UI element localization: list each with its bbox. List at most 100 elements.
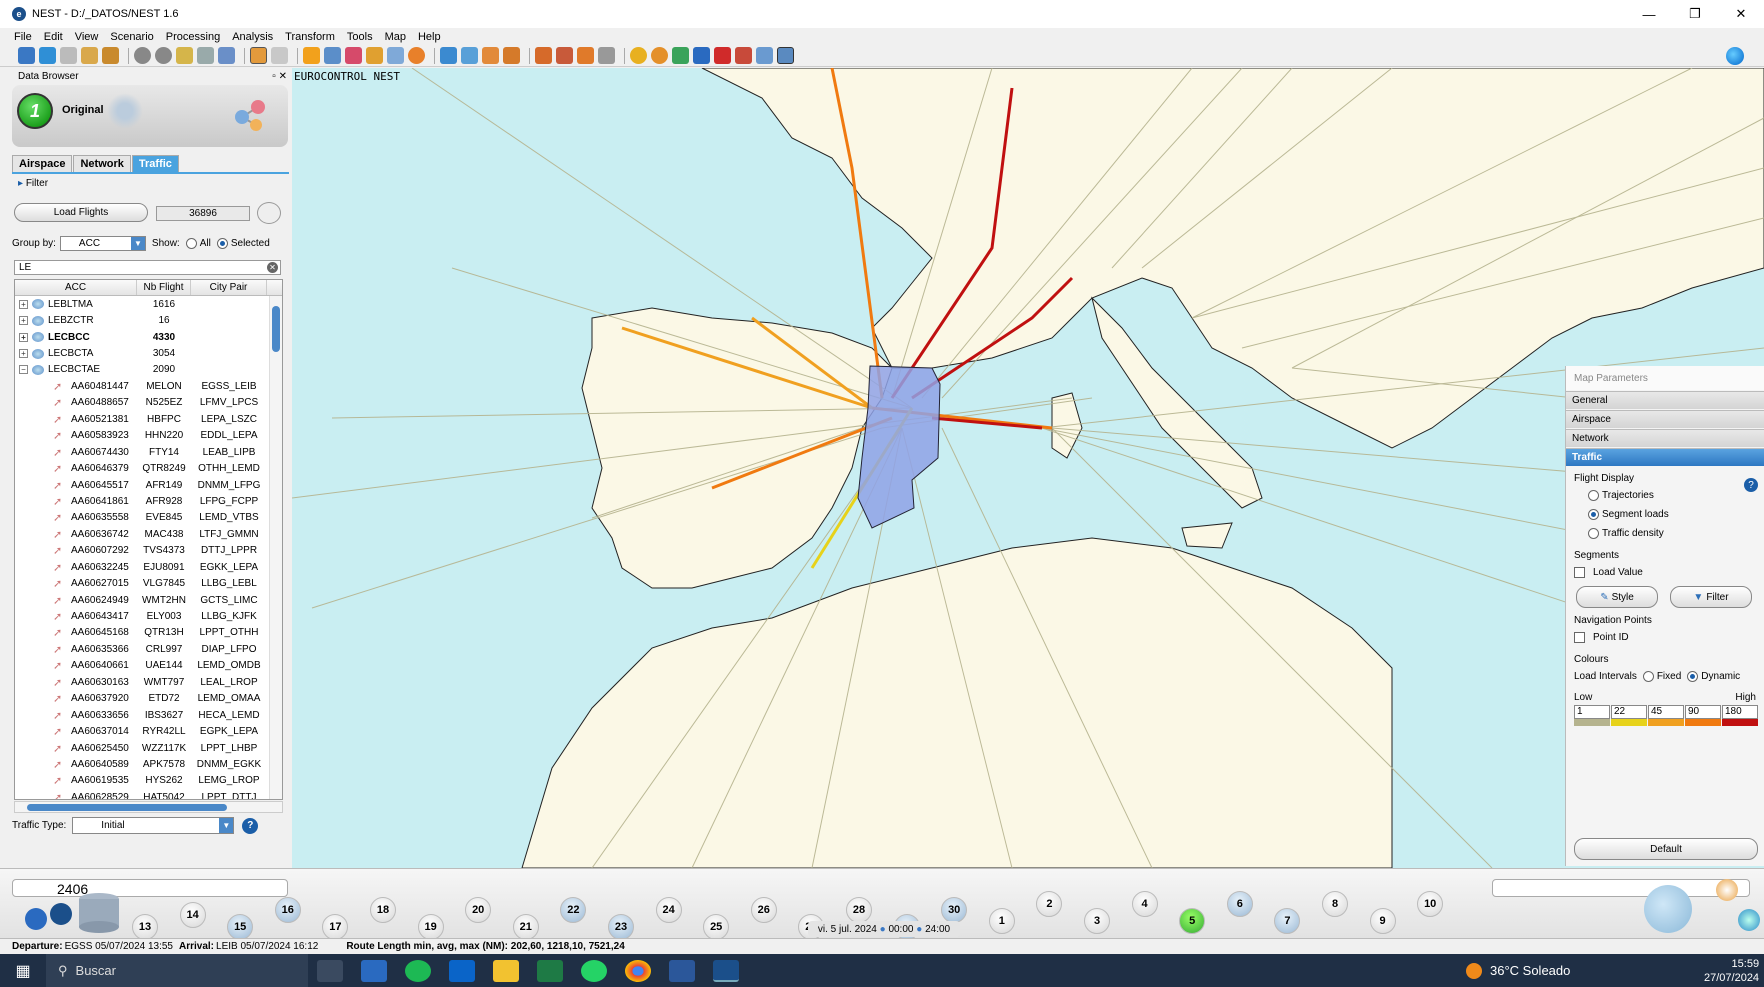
back-icon[interactable] — [134, 47, 151, 64]
windows-start-icon[interactable]: ▦ — [0, 954, 46, 987]
flight-row[interactable]: ➚ AA60583923 HHN220 EDDL_LEPA — [15, 428, 282, 444]
fixed-radio[interactable] — [1642, 671, 1654, 682]
section-traffic[interactable]: Traffic — [1566, 448, 1764, 466]
play-icon[interactable] — [303, 47, 320, 64]
minimize-button[interactable]: — — [1626, 0, 1672, 28]
menu-map[interactable]: Map — [379, 31, 412, 43]
col-acc[interactable]: ACC — [15, 280, 137, 295]
file-explorer-icon[interactable] — [493, 959, 519, 982]
day-button[interactable]: 28 — [846, 897, 872, 923]
bulb-icon[interactable] — [176, 47, 193, 64]
interval-5[interactable]: 180 — [1722, 705, 1758, 719]
section-general[interactable]: General — [1566, 391, 1764, 409]
pan-tool-icon[interactable] — [271, 47, 288, 64]
table-icon[interactable] — [556, 47, 573, 64]
day-button[interactable]: 14 — [179, 902, 206, 928]
flight-row[interactable]: ➚ AA60640661 UAE144 LEMD_OMDB — [15, 658, 282, 674]
show-all-radio[interactable] — [185, 238, 197, 249]
screenshot-icon[interactable] — [756, 47, 773, 64]
flight-row[interactable]: ➚ AA60627015 VLG7845 LLBG_LEBL — [15, 575, 282, 591]
hierarchy-icon[interactable] — [503, 47, 520, 64]
tab-airspace[interactable]: Airspace — [12, 155, 73, 173]
new-icon[interactable] — [18, 47, 35, 64]
trajectories-radio[interactable] — [1588, 490, 1599, 501]
acc-row[interactable]: + LECBCTA 3054 — [15, 345, 282, 361]
trajectories-option[interactable]: Trajectories — [1566, 486, 1764, 505]
tree-icon[interactable] — [482, 47, 499, 64]
day-button[interactable]: 26 — [750, 897, 777, 923]
interval-3[interactable]: 45 — [1648, 705, 1684, 719]
layer-icon[interactable] — [324, 47, 341, 64]
table-vscrollbar[interactable] — [269, 296, 282, 799]
day-button[interactable]: 30 — [941, 897, 968, 923]
flight-row[interactable]: ➚ AA60635558 EVE845 LEMD_VTBS — [15, 510, 282, 526]
menu-tools[interactable]: Tools — [341, 31, 379, 43]
day-button[interactable]: 22 — [560, 897, 587, 923]
network-icon[interactable] — [345, 47, 362, 64]
ruler-icon[interactable] — [598, 47, 615, 64]
section-network[interactable]: Network — [1566, 429, 1764, 447]
sync-icon[interactable] — [461, 47, 478, 64]
expand-icon[interactable]: + — [19, 316, 28, 326]
acc-row[interactable]: + LEBZCTR 16 — [15, 312, 282, 328]
segment-loads-option[interactable]: Segment loads — [1566, 505, 1764, 524]
capacity-icon[interactable] — [408, 47, 425, 64]
flight-row[interactable]: ➚ AA60488657 N525EZ LFMV_LPCS — [15, 395, 282, 411]
menu-analysis[interactable]: Analysis — [226, 31, 279, 43]
dynamic-radio[interactable] — [1687, 671, 1699, 682]
swap-icon[interactable] — [672, 47, 689, 64]
timeline-date[interactable]: vi. 5 jul. 2024 ● 00:00 ● 24:00 — [808, 921, 960, 937]
filter-button[interactable]: ▼ Filter — [1670, 586, 1752, 608]
taskbar-search[interactable]: ⚲ Buscar — [46, 954, 308, 987]
interval-2[interactable]: 22 — [1611, 705, 1647, 719]
day-button[interactable]: 23 — [608, 914, 634, 940]
show-selected-radio[interactable] — [216, 238, 228, 249]
point-id-option[interactable]: Point ID — [1566, 628, 1764, 647]
group-by-select[interactable]: ACC ▼ — [59, 236, 146, 251]
interval-1[interactable]: 1 — [1574, 705, 1610, 719]
flight-row[interactable]: ➚ AA60630163 WMT797 LEAL_LROP — [15, 674, 282, 690]
check-icon[interactable] — [218, 47, 235, 64]
traffic-density-option[interactable]: Traffic density — [1566, 524, 1764, 543]
weather-widget[interactable]: 36°C Soleado — [1466, 954, 1570, 987]
col-city-pair[interactable]: City Pair — [191, 280, 267, 295]
flight-row[interactable]: ➚ AA60637920 ETD72 LEMD_OMAA — [15, 691, 282, 707]
language-globe-icon[interactable] — [1726, 47, 1744, 65]
close-button[interactable]: ✕ — [1718, 0, 1764, 28]
help-icon[interactable]: ? — [242, 817, 259, 834]
3d-icon[interactable] — [693, 47, 710, 64]
menu-file[interactable]: File — [8, 31, 38, 43]
outlook-icon[interactable] — [449, 959, 475, 982]
day-button[interactable]: 17 — [322, 914, 349, 940]
menu-scenario[interactable]: Scenario — [104, 31, 159, 43]
map-canvas[interactable] — [292, 68, 1764, 868]
day-button[interactable]: 2 — [1036, 891, 1063, 917]
load-value-checkbox[interactable] — [1574, 567, 1585, 578]
route-icon[interactable] — [366, 47, 383, 64]
day-button[interactable]: 1 — [988, 908, 1015, 934]
acc-search-input[interactable]: LE ✕ — [14, 260, 281, 275]
acc-row[interactable]: − LECBCTAE 2090 — [15, 362, 282, 378]
flight-row[interactable]: ➚ AA60481447 MELON EGSS_LEIB — [15, 378, 282, 394]
flight-row[interactable]: ➚ AA60624949 WMT2HN GCTS_LIMC — [15, 592, 282, 608]
day-button[interactable]: 25 — [703, 914, 730, 940]
whatsapp-icon[interactable] — [581, 959, 607, 982]
tools-icon[interactable] — [577, 47, 594, 64]
load-flights-button[interactable]: Load Flights — [14, 203, 148, 222]
flight-row[interactable]: ➚ AA60646379 QTR8249 OTHH_LEMD — [15, 460, 282, 476]
help-icon[interactable]: ? — [1744, 478, 1758, 492]
collapse-icon[interactable]: − — [19, 365, 28, 375]
task-view-icon[interactable] — [317, 959, 343, 982]
day-button[interactable]: 5 — [1179, 908, 1206, 934]
day-button[interactable]: 19 — [417, 914, 444, 940]
compass-icon[interactable] — [1716, 879, 1738, 901]
flight-row[interactable]: ➚ AA60607292 TVS4373 DTTJ_LPPR — [15, 543, 282, 559]
acc-row[interactable]: + LECBCC 4330 — [15, 329, 282, 345]
panel-controls[interactable]: ▫ ✕ — [272, 71, 287, 82]
interval-4[interactable]: 90 — [1685, 705, 1721, 719]
select-tool-icon[interactable] — [250, 47, 267, 64]
day-button[interactable]: 20 — [465, 897, 492, 923]
spotify-icon[interactable] — [405, 959, 431, 982]
traffic-density-radio[interactable] — [1588, 528, 1599, 539]
day-button[interactable]: 8 — [1322, 891, 1348, 917]
